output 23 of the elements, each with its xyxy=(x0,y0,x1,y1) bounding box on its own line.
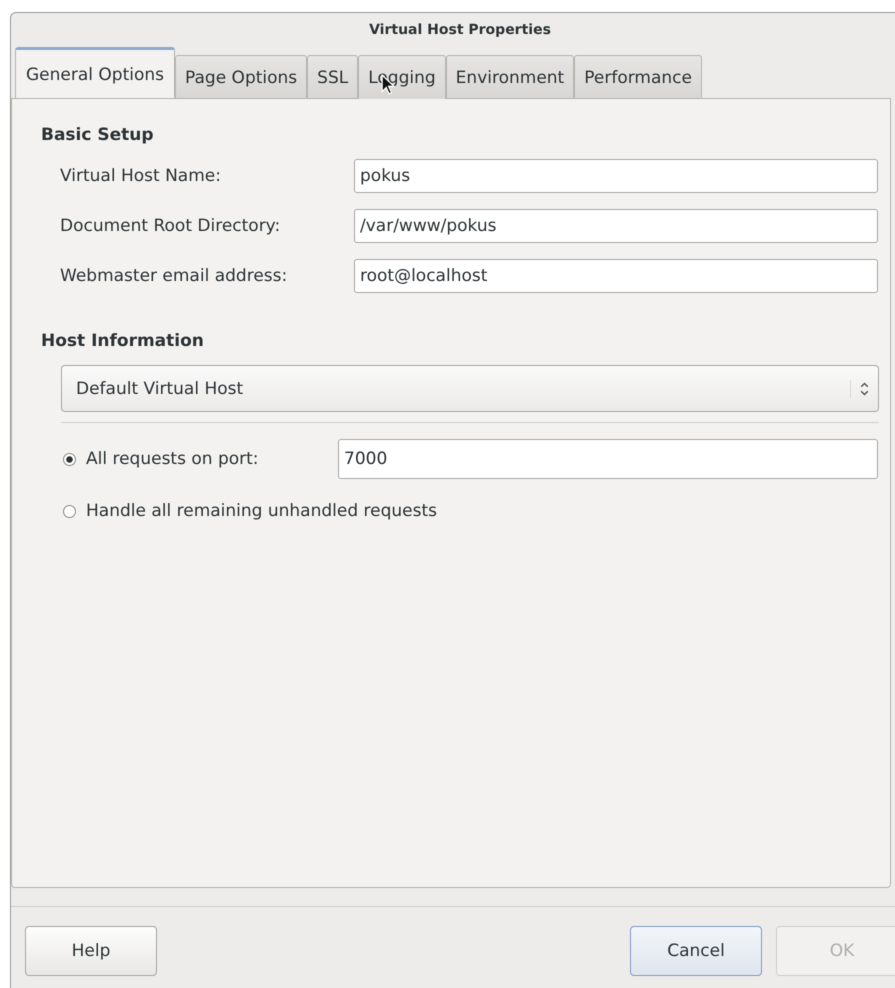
radio-button[interactable] xyxy=(63,452,76,466)
dropdown[interactable]: Default Virtual Host xyxy=(61,365,879,412)
input-field[interactable]: pokus xyxy=(354,159,878,193)
tab[interactable]: General Options xyxy=(15,47,175,99)
radio-label: All requests on port: xyxy=(86,449,259,469)
tab[interactable]: Environment xyxy=(446,55,574,99)
dialog-button[interactable]: Cancel xyxy=(630,926,762,976)
radio-button[interactable] xyxy=(63,504,76,518)
dialog-button[interactable]: Help xyxy=(25,926,157,976)
section-heading: Basic Setup xyxy=(41,125,155,145)
radio-label: Handle all remaining unhandled requests xyxy=(86,501,438,521)
tab[interactable]: Page Options xyxy=(175,55,308,99)
input-field[interactable]: /var/www/pokus xyxy=(354,209,878,243)
window-title: Virtual Host Properties xyxy=(368,20,552,40)
input-field[interactable]: 7000 xyxy=(338,439,878,479)
up-down-arrows-icon xyxy=(850,380,870,398)
section-heading: Host Information xyxy=(41,331,205,351)
tab[interactable]: SSL xyxy=(307,55,358,99)
input-field[interactable]: root@localhost xyxy=(354,259,878,293)
tab[interactable]: Performance xyxy=(574,55,702,99)
field-label: Webmaster email address: xyxy=(59,266,288,286)
field-label: Virtual Host Name: xyxy=(59,166,222,186)
field-label: Document Root Directory: xyxy=(59,216,282,236)
